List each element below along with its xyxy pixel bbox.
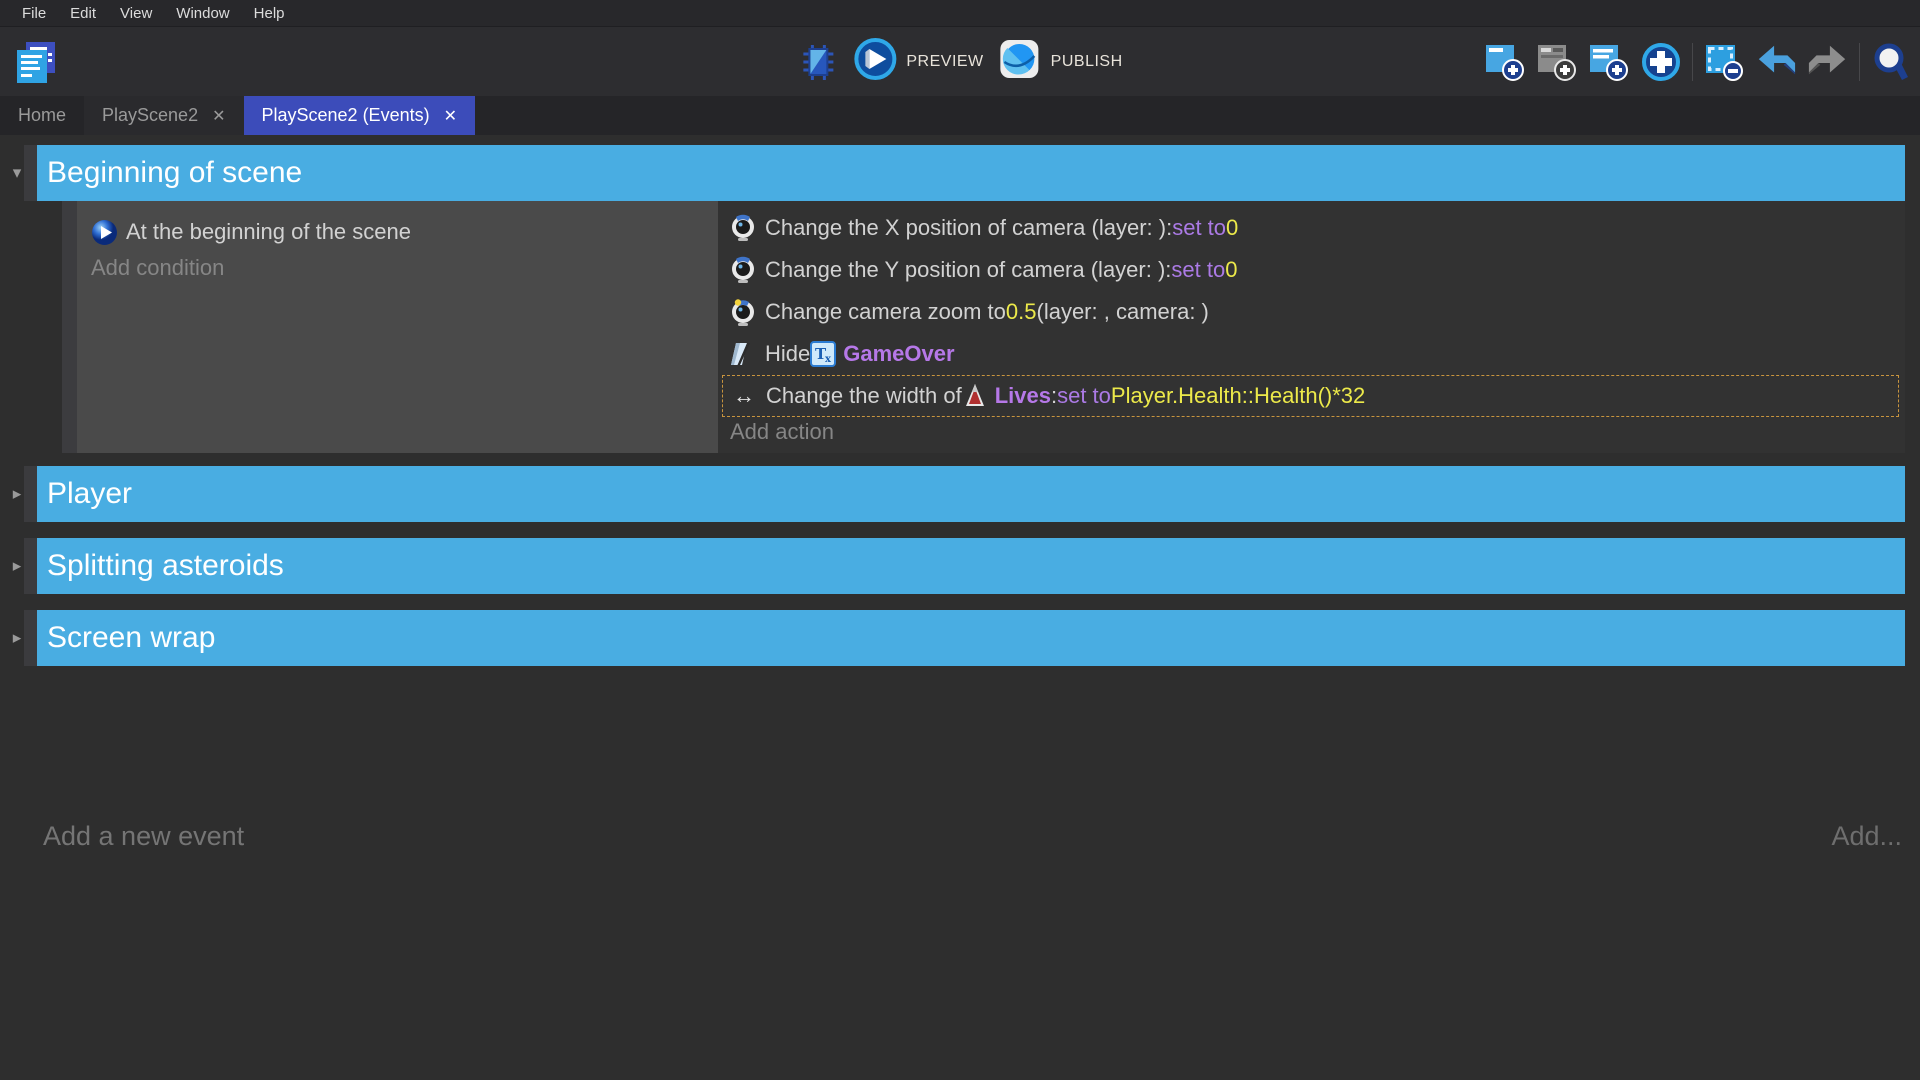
- width-icon: ↔: [729, 382, 759, 410]
- add-more-icon[interactable]: [1640, 42, 1682, 82]
- publish-globe-icon: [998, 38, 1042, 85]
- menu-bar: File Edit View Window Help: [0, 0, 1920, 27]
- publish-button[interactable]: PUBLISH: [998, 38, 1123, 85]
- event-group-header[interactable]: Screen wrap: [37, 610, 1905, 666]
- add-condition-button[interactable]: Add condition: [83, 253, 712, 283]
- close-icon[interactable]: ✕: [212, 106, 225, 126]
- action-row[interactable]: Change camera zoom to 0.5 (layer: , came…: [722, 291, 1905, 333]
- editor-tabbar: Home PlayScene2 ✕ PlayScene2 (Events) ✕: [0, 96, 1920, 135]
- undo-icon[interactable]: [1755, 42, 1797, 82]
- group-title: Beginning of scene: [47, 156, 302, 190]
- group-title: Splitting asteroids: [47, 549, 284, 583]
- add-event-icon[interactable]: [1484, 42, 1526, 82]
- gdevelop-logo-icon: [12, 38, 60, 86]
- add-new-event-button[interactable]: Add a new event: [43, 821, 244, 852]
- action-value: 0: [1225, 257, 1237, 283]
- preview-label: PREVIEW: [906, 53, 983, 71]
- add-comment-icon[interactable]: [1588, 42, 1630, 82]
- remove-selection-icon[interactable]: [1703, 42, 1745, 82]
- preview-button[interactable]: PREVIEW: [853, 37, 983, 86]
- action-keyword: set to: [1057, 383, 1111, 409]
- action-text: Change camera zoom to: [765, 299, 1006, 325]
- gdevelop-window: File Edit View Window Help: [0, 0, 1920, 1080]
- hide-icon: [728, 340, 758, 368]
- redo-icon[interactable]: [1807, 42, 1849, 82]
- action-keyword: set to: [1172, 215, 1226, 241]
- action-row[interactable]: Change the X position of camera (layer: …: [722, 207, 1905, 249]
- action-row-selected[interactable]: ↔ Change the width of Lives: set to Play…: [722, 375, 1899, 417]
- scene-begin-icon: [89, 218, 119, 246]
- action-text: Change the X position of camera (layer: …: [765, 215, 1172, 241]
- tab-playscene2-events[interactable]: PlayScene2 (Events) ✕: [244, 96, 476, 135]
- ship-object-icon: [962, 382, 988, 410]
- menu-view[interactable]: View: [108, 0, 164, 27]
- tab-home[interactable]: Home: [0, 96, 84, 135]
- main-toolbar: PREVIEW PUBLISH: [0, 27, 1920, 96]
- group-title: Screen wrap: [47, 621, 215, 655]
- actions-panel: Change the X position of camera (layer: …: [718, 201, 1905, 453]
- action-keyword: set to: [1171, 257, 1225, 283]
- camera-icon: [728, 256, 758, 284]
- condition-text: At the beginning of the scene: [126, 219, 411, 245]
- toolbar-separator: [1859, 43, 1860, 81]
- action-value: 0.5: [1006, 299, 1037, 325]
- preview-play-icon: [853, 37, 897, 86]
- svg-text:x: x: [825, 354, 832, 365]
- event-notch: [24, 610, 37, 666]
- event-group-header[interactable]: Beginning of scene: [37, 145, 1905, 201]
- publish-label: PUBLISH: [1051, 53, 1123, 71]
- menu-file[interactable]: File: [10, 0, 58, 27]
- close-icon[interactable]: ✕: [444, 106, 457, 126]
- action-value: Player.Health::Health()*32: [1111, 383, 1365, 409]
- camera-icon: [728, 214, 758, 242]
- event-notch: [24, 466, 37, 522]
- conditions-panel: At the beginning of the scene Add condit…: [77, 201, 718, 453]
- camera-zoom-icon: [728, 298, 758, 326]
- action-text: (layer: , camera: ): [1037, 299, 1209, 325]
- event-notch: [24, 145, 37, 201]
- event-group-header[interactable]: Splitting asteroids: [37, 538, 1905, 594]
- action-text: Change the Y position of camera (layer: …: [765, 257, 1171, 283]
- event-drag-margin[interactable]: [62, 201, 77, 453]
- event-notch: [24, 538, 37, 594]
- menu-window[interactable]: Window: [164, 0, 241, 27]
- add-more-button[interactable]: Add...: [1831, 821, 1902, 852]
- debug-icon[interactable]: [797, 42, 839, 82]
- action-value: 0: [1226, 215, 1238, 241]
- group-title: Player: [47, 477, 132, 511]
- action-row[interactable]: Change the Y position of camera (layer: …: [722, 249, 1905, 291]
- tab-playscene2[interactable]: PlayScene2 ✕: [84, 96, 243, 135]
- search-icon[interactable]: [1870, 42, 1912, 82]
- action-row[interactable]: Hide T x GameOver: [722, 333, 1905, 375]
- events-sheet: ▾ Beginning of scene: [0, 135, 1920, 1080]
- add-subevent-icon[interactable]: [1536, 42, 1578, 82]
- event-group-header[interactable]: Player: [37, 466, 1905, 522]
- tab-label: Home: [18, 105, 66, 126]
- menu-edit[interactable]: Edit: [58, 0, 108, 27]
- toolbar-separator: [1692, 43, 1693, 81]
- tab-label: PlayScene2: [102, 105, 198, 126]
- action-text: Change the width of: [766, 383, 962, 409]
- action-text: Hide: [765, 341, 810, 367]
- action-object: Lives: [995, 383, 1051, 409]
- condition-row[interactable]: At the beginning of the scene: [83, 211, 712, 253]
- tab-label: PlayScene2 (Events): [262, 105, 430, 126]
- text-object-icon: T x: [810, 340, 836, 368]
- menu-help[interactable]: Help: [242, 0, 297, 27]
- add-action-button[interactable]: Add action: [722, 417, 1905, 447]
- action-object: GameOver: [843, 341, 954, 367]
